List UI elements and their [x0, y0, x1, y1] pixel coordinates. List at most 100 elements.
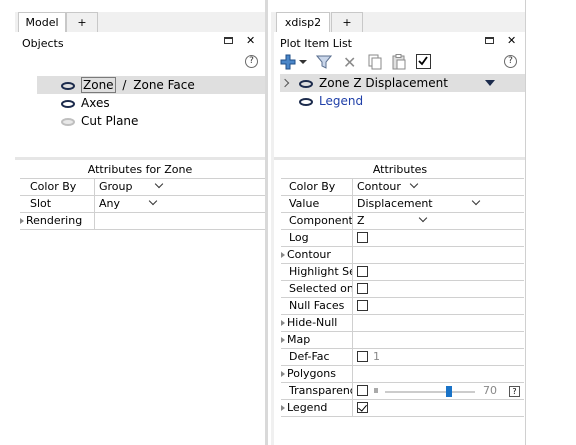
attr-row-def-fac[interactable]: Def-Fac 1 [281, 349, 524, 366]
chevron-down-icon [148, 196, 158, 206]
def-fac-value: 1 [373, 350, 380, 363]
paste-icon[interactable] [391, 54, 407, 70]
attr-row-component[interactable]: Component Z [281, 213, 524, 230]
attr-row-transparency[interactable]: Transparency 70 ? [281, 383, 524, 400]
attr-value-dropdown[interactable]: Any [94, 196, 259, 212]
tree-item-zone[interactable]: Zone / Zone Face [37, 76, 265, 94]
close-icon[interactable]: ✕ [246, 35, 255, 47]
objects-title: Objects [22, 37, 64, 50]
add-plot-item-icon[interactable] [280, 54, 296, 70]
attr-value [94, 213, 259, 229]
def-fac-checkbox[interactable] [357, 350, 368, 362]
close-icon[interactable]: ✕ [507, 35, 516, 47]
log-checkbox[interactable] [357, 231, 368, 243]
plot-item-legend[interactable]: Legend [299, 92, 363, 110]
transparency-slider[interactable] [385, 391, 475, 393]
attributes-title: Attributes [372, 163, 428, 176]
lock-icon [374, 388, 378, 393]
chevron-down-icon [418, 213, 427, 223]
attr-value-dropdown[interactable]: Group [94, 179, 259, 195]
eye-hidden-icon[interactable] [61, 117, 75, 126]
attr-row-highlight-selected[interactable]: Highlight Sele [281, 264, 524, 281]
attr-name: Selected only [289, 282, 352, 295]
copy-icon[interactable] [367, 54, 383, 70]
attr-value-dropdown[interactable]: Z [352, 213, 523, 229]
attr-row-polygons[interactable]: Polygons [281, 366, 524, 383]
attr-name: Slot [30, 197, 52, 210]
attr-name: Value [289, 197, 320, 210]
add-dropdown-arrow-icon[interactable] [299, 60, 307, 64]
attr-row-value[interactable]: Value Displacement [281, 196, 524, 213]
tab-model-label: Model [25, 16, 59, 29]
eye-icon[interactable] [61, 81, 75, 90]
highlight-checkbox[interactable] [357, 265, 368, 277]
attr-row-log[interactable]: Log [281, 230, 524, 247]
selected-only-checkbox[interactable] [357, 282, 368, 294]
plot-item-legend-label: Legend [319, 94, 364, 108]
attr-name: Color By [30, 180, 77, 193]
attr-row-hide-null[interactable]: Hide-Null [281, 315, 524, 332]
tab-xdisp2-label: xdisp2 [284, 16, 322, 29]
attr-value-dropdown[interactable]: Displacement [352, 196, 523, 212]
attr-row-map[interactable]: Map [281, 332, 524, 349]
eye-icon[interactable] [299, 97, 313, 106]
expand-icon[interactable] [281, 320, 285, 326]
attr-value: 70 ? [352, 383, 523, 399]
eye-icon[interactable] [299, 79, 313, 88]
tab-add[interactable]: + [66, 12, 98, 32]
attr-name: Contour [281, 247, 331, 263]
help-icon[interactable]: ? [245, 55, 258, 68]
slider-handle[interactable] [446, 386, 452, 397]
attr-row-contour[interactable]: Contour [281, 247, 524, 264]
tab-add[interactable]: + [331, 12, 363, 32]
legend-checkbox[interactable] [357, 401, 368, 413]
expand-icon[interactable] [281, 252, 285, 258]
attr-row-null-faces[interactable]: Null Faces [281, 298, 524, 315]
attr-value [352, 264, 523, 280]
expand-icon[interactable] [281, 337, 285, 343]
help-icon[interactable]: ? [504, 55, 517, 68]
transparency-checkbox[interactable] [357, 384, 368, 396]
dropdown-arrow-icon[interactable] [485, 80, 495, 86]
attr-row-legend[interactable]: Legend [281, 400, 524, 417]
expand-icon[interactable] [281, 371, 285, 377]
expand-arrow-icon[interactable] [280, 78, 290, 88]
tree-item-cut-plane-label: Cut Plane [81, 114, 139, 128]
restore-icon[interactable] [224, 37, 233, 44]
delete-icon[interactable]: ✕ [343, 53, 356, 72]
attr-row-slot[interactable]: Slot Any [20, 196, 265, 213]
expand-icon[interactable] [20, 218, 24, 224]
plot-item-zone-z-displacement[interactable]: Zone Z Displacement [280, 74, 526, 92]
attr-value-dropdown[interactable]: Contour [352, 179, 523, 195]
attr-name: Component [289, 214, 353, 227]
attr-row-color-by[interactable]: Color By Contour [281, 179, 524, 196]
filter-icon[interactable] [315, 54, 333, 70]
tree-item-cut-plane[interactable]: Cut Plane [61, 112, 138, 130]
attr-name: Def-Fac [289, 350, 330, 363]
left-panel-splitter[interactable] [265, 0, 268, 445]
attr-row-color-by[interactable]: Color By Group [20, 179, 265, 196]
attr-name: Map [281, 332, 310, 348]
tab-model[interactable]: Model [18, 12, 66, 32]
eye-icon[interactable] [61, 99, 75, 108]
expand-icon[interactable] [281, 405, 285, 411]
tab-add-label: + [77, 16, 87, 29]
chevron-down-icon [471, 196, 480, 206]
objects-panel [15, 32, 265, 157]
tree-item-axes-label: Axes [81, 96, 110, 110]
tree-item-axes[interactable]: Axes [61, 94, 110, 112]
attr-name: Log [289, 231, 309, 244]
attr-row-selected-only[interactable]: Selected only [281, 281, 524, 298]
attributes-grid: Color By Group Slot Any Rendering [20, 178, 265, 230]
tree-item-zone-label: Zone [81, 77, 116, 93]
checkbox-icon[interactable] [416, 54, 431, 69]
plot-item-label: Zone Z Displacement [319, 76, 448, 90]
null-faces-checkbox[interactable] [357, 299, 368, 311]
restore-icon[interactable] [485, 37, 494, 44]
attr-row-rendering[interactable]: Rendering [20, 213, 265, 230]
help-small-icon[interactable]: ? [509, 386, 520, 397]
attr-value [352, 400, 523, 416]
attr-value [352, 230, 523, 246]
tab-xdisp2[interactable]: xdisp2 [276, 12, 330, 32]
attr-value [352, 298, 523, 314]
